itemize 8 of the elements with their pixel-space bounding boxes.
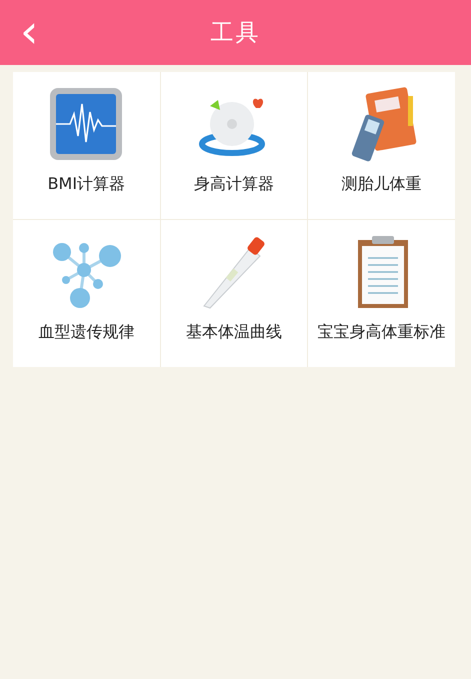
tool-tile[interactable]: 身高计算器 [160,72,308,219]
tool-tile[interactable]: 血型遗传规律 [13,220,160,367]
tool-tile[interactable]: 测胎儿体重 [308,72,455,219]
tool-tile[interactable]: 基本体温曲线 [160,220,308,367]
tool-tile[interactable]: BMI计算器 [13,72,160,219]
page-title: 工具 [210,19,260,48]
heart-monitor-icon [48,86,124,162]
tool-tile[interactable]: 宝宝身高体重标准 [308,220,455,367]
